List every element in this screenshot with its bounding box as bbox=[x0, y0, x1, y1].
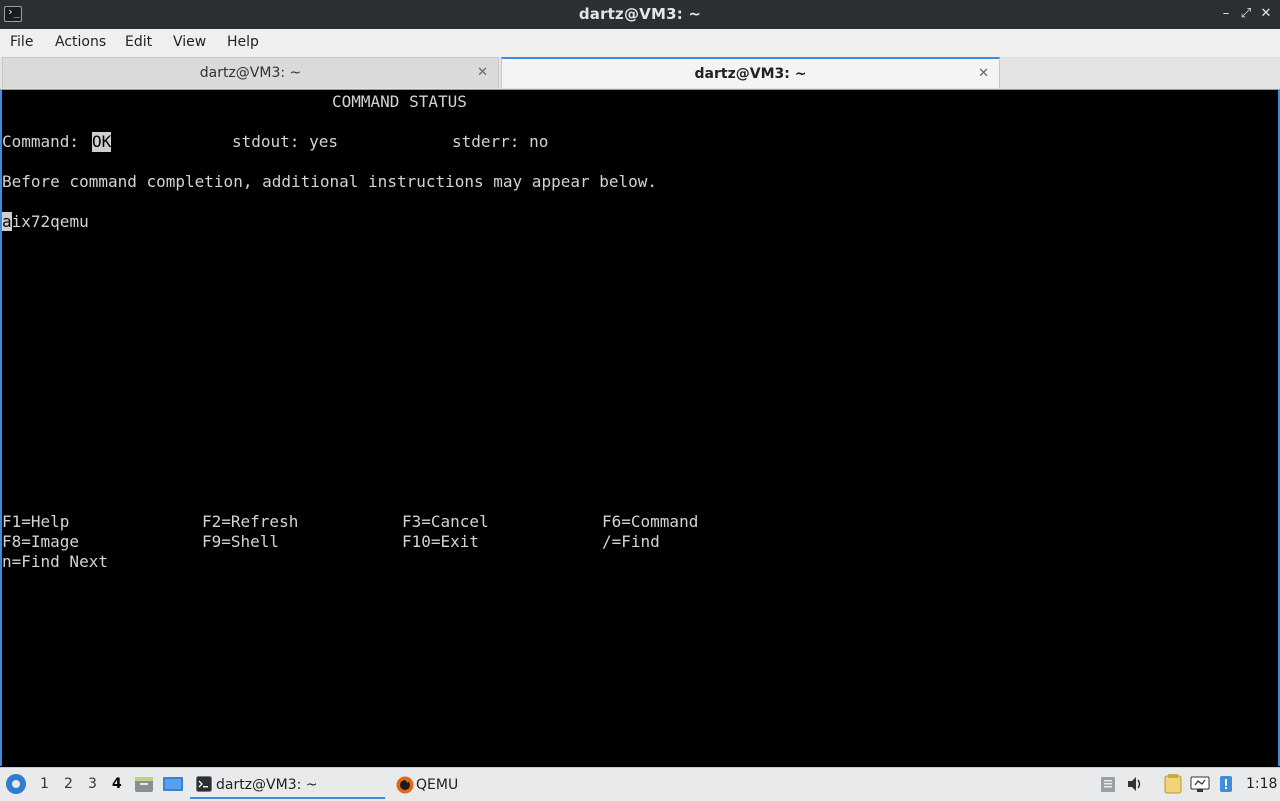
smit-heading: COMMAND STATUS bbox=[332, 92, 467, 111]
tab-terminal-1[interactable]: dartz@VM3: ~ ✕ bbox=[2, 57, 499, 88]
tab-bar: dartz@VM3: ~ ✕ dartz@VM3: ~ ✕ bbox=[0, 57, 1280, 90]
output-text: ix72qemu bbox=[11, 212, 89, 231]
task-terminal[interactable]: dartz@VM3: ~ bbox=[190, 771, 385, 799]
menubar: File Actions Edit View Help bbox=[0, 29, 1280, 58]
task-qemu[interactable]: QEMU bbox=[390, 771, 490, 799]
minimize-icon[interactable]: – bbox=[1218, 6, 1234, 22]
task-label: dartz@VM3: ~ bbox=[216, 777, 318, 793]
workspace-3[interactable]: 3 bbox=[88, 776, 97, 792]
start-menu-icon[interactable] bbox=[6, 774, 26, 794]
update-notifier-icon[interactable] bbox=[1218, 774, 1234, 794]
task-label: QEMU bbox=[416, 777, 459, 793]
key-f10-exit: F10=Exit bbox=[402, 532, 480, 551]
key-f6-command: F6=Command bbox=[602, 512, 699, 531]
key-f2-refresh: F2=Refresh bbox=[202, 512, 299, 531]
command-output: aix72qemu bbox=[2, 212, 89, 232]
tab-close-icon[interactable]: ✕ bbox=[477, 65, 488, 80]
network-icon[interactable] bbox=[1190, 775, 1210, 793]
command-label: Command: bbox=[2, 132, 80, 151]
instructions-message: Before command completion, additional in… bbox=[2, 172, 658, 191]
workspace-4[interactable]: 4 bbox=[112, 776, 122, 792]
taskbar: 1 2 3 4 dartz@VM3: ~ QEMU 1:18 bbox=[0, 767, 1280, 801]
text-cursor: a bbox=[2, 212, 12, 231]
clipboard-icon[interactable] bbox=[1100, 775, 1116, 793]
key-f9-shell: F9=Shell bbox=[202, 532, 280, 551]
key-find-next: n=Find Next bbox=[2, 552, 108, 571]
stderr-status: stderr: no bbox=[452, 132, 549, 151]
notes-icon[interactable] bbox=[1162, 774, 1184, 794]
maximize-icon[interactable]: ⤢ bbox=[1238, 6, 1254, 22]
terminal-icon bbox=[196, 776, 212, 792]
window-title: dartz@VM3: ~ bbox=[578, 5, 702, 23]
terminal-view[interactable]: COMMAND STATUS Command: OK stdout: yes s… bbox=[0, 90, 1280, 766]
menu-help[interactable]: Help bbox=[227, 34, 259, 50]
tab-label: dartz@VM3: ~ bbox=[199, 65, 302, 81]
menu-view[interactable]: View bbox=[173, 34, 206, 50]
show-desktop-icon[interactable] bbox=[162, 774, 184, 794]
menu-file[interactable]: File bbox=[10, 34, 33, 50]
key-find: /=Find bbox=[602, 532, 660, 551]
key-f1-help: F1=Help bbox=[2, 512, 70, 531]
command-status-value: OK bbox=[92, 132, 112, 152]
close-icon[interactable]: ✕ bbox=[1258, 6, 1274, 22]
workspace-2[interactable]: 2 bbox=[64, 776, 73, 792]
key-f8-image: F8=Image bbox=[2, 532, 80, 551]
key-f3-cancel: F3=Cancel bbox=[402, 512, 489, 531]
menu-actions[interactable]: Actions bbox=[55, 34, 106, 50]
tab-terminal-2[interactable]: dartz@VM3: ~ ✕ bbox=[501, 57, 1000, 88]
volume-icon[interactable] bbox=[1126, 775, 1144, 793]
qemu-icon bbox=[396, 776, 414, 794]
window-titlebar: dartz@VM3: ~ – ⤢ ✕ bbox=[0, 0, 1280, 29]
workspace-1[interactable]: 1 bbox=[40, 776, 49, 792]
file-manager-icon[interactable] bbox=[134, 774, 154, 794]
stdout-status: stdout: yes bbox=[232, 132, 338, 151]
tab-close-icon[interactable]: ✕ bbox=[978, 66, 989, 81]
clock[interactable]: 1:18 bbox=[1246, 776, 1277, 792]
menu-edit[interactable]: Edit bbox=[125, 34, 152, 50]
tab-label: dartz@VM3: ~ bbox=[694, 66, 807, 82]
